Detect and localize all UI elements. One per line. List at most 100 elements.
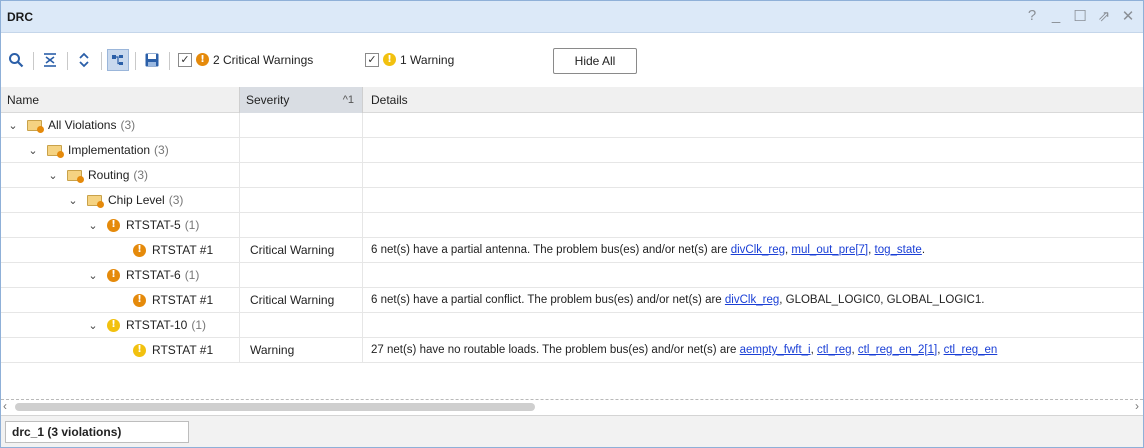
chevron-down-icon[interactable]: ⌄ bbox=[87, 219, 99, 232]
node-count: (3) bbox=[168, 193, 184, 207]
chevron-down-icon[interactable]: ⌄ bbox=[67, 194, 79, 207]
title-bar: DRC ? _ ☐ ⇗ ✕ bbox=[1, 1, 1143, 33]
details-cell: 6 net(s) have a partial conflict. The pr… bbox=[371, 288, 984, 312]
violation-label: RTSTAT #1 bbox=[152, 243, 214, 257]
violation-node: ! RTSTAT #1 bbox=[133, 288, 213, 312]
chevron-down-icon[interactable]: ⌄ bbox=[27, 144, 39, 157]
tree-node: ⌄ Chip Level (3) bbox=[67, 188, 183, 212]
details-text: 6 net(s) have a partial conflict. The pr… bbox=[371, 294, 725, 306]
group-by-icon[interactable] bbox=[107, 49, 129, 71]
severity-cell: Critical Warning bbox=[239, 238, 363, 262]
close-icon[interactable]: ✕ bbox=[1121, 7, 1135, 25]
search-icon[interactable] bbox=[5, 49, 27, 71]
collapse-all-icon[interactable] bbox=[39, 49, 61, 71]
tree-node: ⌄ Implementation (3) bbox=[27, 138, 169, 162]
column-header-details[interactable]: Details bbox=[365, 87, 1143, 113]
scrollbar-thumb[interactable] bbox=[15, 403, 535, 411]
tree-row-rtstat-6[interactable]: ⌄ ! RTSTAT-6 (1) bbox=[1, 263, 1143, 288]
node-count: (1) bbox=[184, 218, 200, 232]
severity-cell bbox=[239, 163, 363, 187]
sort-indicator: ^1 bbox=[342, 94, 354, 106]
column-header-name[interactable]: Name bbox=[1, 87, 239, 113]
net-link[interactable]: aempty_fwft_i bbox=[740, 344, 811, 356]
tree-node: ⌄ All Violations (3) bbox=[7, 113, 135, 137]
tree-row-chip-level[interactable]: ⌄ Chip Level (3) bbox=[1, 188, 1143, 213]
column-header-severity[interactable]: Severity ^1 bbox=[239, 87, 363, 113]
folder-icon bbox=[87, 194, 104, 208]
details-tail: . bbox=[921, 244, 926, 256]
expand-all-icon[interactable] bbox=[73, 49, 95, 71]
net-link[interactable]: divClk_reg bbox=[725, 294, 779, 306]
scroll-left-icon[interactable]: ‹ bbox=[3, 399, 7, 413]
chevron-down-icon[interactable]: ⌄ bbox=[47, 169, 59, 182]
critical-warning-icon: ! bbox=[107, 218, 120, 232]
node-count: (1) bbox=[184, 268, 200, 282]
net-link[interactable]: divClk_reg bbox=[731, 244, 785, 256]
violation-label: RTSTAT #1 bbox=[152, 343, 214, 357]
tree-row-all-violations[interactable]: ⌄ All Violations (3) bbox=[1, 113, 1143, 138]
net-link[interactable]: ctl_reg bbox=[817, 344, 852, 356]
window-title: DRC bbox=[7, 10, 33, 24]
horizontal-scrollbar[interactable]: ‹ › bbox=[1, 399, 1143, 413]
net-link[interactable]: mul_out_pre[7] bbox=[791, 244, 868, 256]
node-label: RTSTAT-10 bbox=[126, 318, 188, 332]
warning-icon: ! bbox=[107, 318, 120, 332]
drc-window: DRC ? _ ☐ ⇗ ✕ ✓ ! 2 Critical Warnings ✓ … bbox=[0, 0, 1144, 448]
toolbar-divider bbox=[67, 52, 68, 70]
node-count: (3) bbox=[120, 118, 136, 132]
net-link[interactable]: tog_state bbox=[875, 244, 922, 256]
severity-cell bbox=[239, 263, 363, 287]
critical-warnings-label: 2 Critical Warnings bbox=[213, 53, 314, 67]
tree-row-implementation[interactable]: ⌄ Implementation (3) bbox=[1, 138, 1143, 163]
toolbar-divider bbox=[135, 52, 136, 70]
critical-warning-icon: ! bbox=[196, 53, 209, 66]
tree-row-rtstat-10[interactable]: ⌄ ! RTSTAT-10 (1) bbox=[1, 313, 1143, 338]
chevron-down-icon[interactable]: ⌄ bbox=[87, 319, 99, 332]
tree-node: ⌄ ! RTSTAT-5 (1) bbox=[87, 213, 199, 237]
tree-row-rtstat-5[interactable]: ⌄ ! RTSTAT-5 (1) bbox=[1, 213, 1143, 238]
toolbar: ✓ ! 2 Critical Warnings ✓ ! 1 Warning Hi… bbox=[1, 45, 1143, 81]
net-link[interactable]: ctl_reg_en bbox=[944, 344, 998, 356]
hide-all-button[interactable]: Hide All bbox=[553, 48, 637, 74]
chevron-down-icon[interactable]: ⌄ bbox=[7, 119, 19, 132]
save-icon[interactable] bbox=[141, 49, 163, 71]
details-text: 27 net(s) have no routable loads. The pr… bbox=[371, 344, 740, 356]
critical-warning-icon: ! bbox=[133, 243, 146, 257]
chevron-down-icon[interactable]: ⌄ bbox=[87, 269, 99, 282]
node-count: (1) bbox=[191, 318, 207, 332]
help-icon[interactable]: ? bbox=[1025, 7, 1039, 25]
violation-row[interactable]: ! RTSTAT #1 Warning 27 net(s) have no ro… bbox=[1, 338, 1143, 363]
node-label: Routing bbox=[88, 168, 130, 182]
details-tail: , GLOBAL_LOGIC0, GLOBAL_LOGIC1. bbox=[779, 294, 985, 306]
results-tab[interactable]: drc_1 (3 violations) bbox=[5, 421, 189, 443]
severity-cell bbox=[239, 113, 363, 137]
node-count: (3) bbox=[154, 143, 169, 157]
severity-cell bbox=[239, 313, 363, 337]
violations-tree: ⌄ All Violations (3) ⌄ Implementation (3… bbox=[1, 113, 1143, 381]
table-header: Name Severity ^1 Details bbox=[1, 87, 1143, 113]
violation-row[interactable]: ! RTSTAT #1 Critical Warning 6 net(s) ha… bbox=[1, 238, 1143, 263]
toolbar-divider bbox=[101, 52, 102, 70]
tree-node: ⌄ ! RTSTAT-10 (1) bbox=[87, 313, 206, 337]
maximize-icon[interactable]: ☐ bbox=[1073, 7, 1087, 25]
details-text: 6 net(s) have a partial antenna. The pro… bbox=[371, 244, 731, 256]
tree-row-routing[interactable]: ⌄ Routing (3) bbox=[1, 163, 1143, 188]
warning-checkbox[interactable]: ✓ bbox=[365, 53, 379, 67]
float-icon[interactable]: ⇗ bbox=[1097, 7, 1111, 25]
warning-icon: ! bbox=[133, 343, 146, 357]
critical-warnings-checkbox[interactable]: ✓ bbox=[178, 53, 192, 67]
scroll-right-icon[interactable]: › bbox=[1135, 399, 1139, 413]
toolbar-divider bbox=[33, 52, 34, 70]
severity-cell: Warning bbox=[239, 338, 363, 362]
node-label: RTSTAT-6 bbox=[126, 268, 181, 282]
violation-row[interactable]: ! RTSTAT #1 Critical Warning 6 net(s) ha… bbox=[1, 288, 1143, 313]
severity-cell bbox=[239, 138, 363, 162]
severity-cell bbox=[239, 188, 363, 212]
folder-icon bbox=[67, 169, 84, 183]
minimize-icon[interactable]: _ bbox=[1049, 7, 1063, 25]
net-link[interactable]: ctl_reg_en_2[1] bbox=[858, 344, 937, 356]
severity-header-label: Severity bbox=[246, 93, 290, 107]
violation-node: ! RTSTAT #1 bbox=[133, 338, 213, 362]
details-cell: 6 net(s) have a partial antenna. The pro… bbox=[371, 244, 926, 256]
tree-node: ⌄ ! RTSTAT-6 (1) bbox=[87, 263, 199, 287]
